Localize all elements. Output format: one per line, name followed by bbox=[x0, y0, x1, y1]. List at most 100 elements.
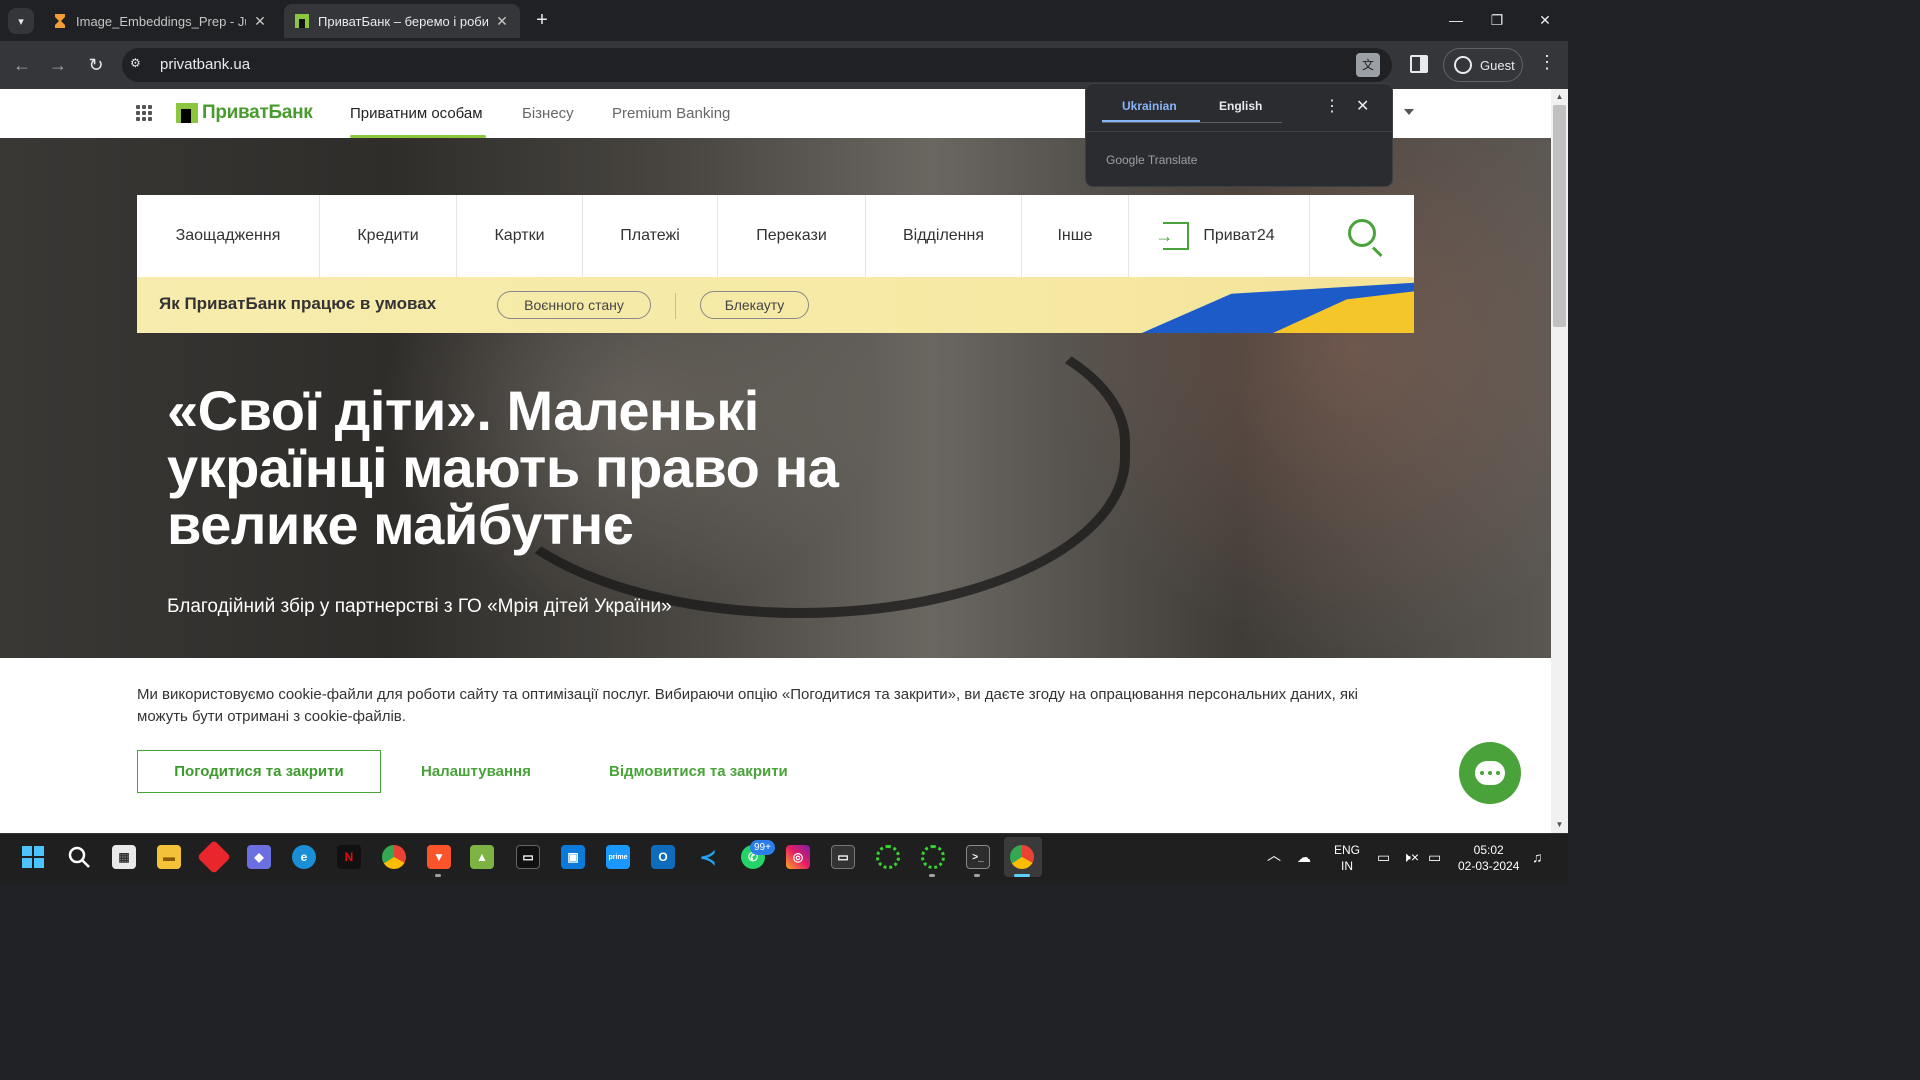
brave-icon[interactable]: ▼ bbox=[427, 845, 451, 869]
region-code: IN bbox=[1341, 859, 1353, 873]
new-tab-button[interactable]: + bbox=[530, 8, 554, 32]
chevron-down-icon[interactable] bbox=[1404, 109, 1414, 115]
network-icon[interactable]: ▭ bbox=[1377, 849, 1390, 865]
file-explorer-icon[interactable]: ▬ bbox=[157, 845, 181, 869]
chat-icon bbox=[1475, 761, 1505, 785]
terminal-icon[interactable]: ▭ bbox=[516, 845, 540, 869]
back-button[interactable]: ← bbox=[10, 53, 34, 77]
side-panel-icon[interactable] bbox=[1410, 55, 1428, 73]
divider bbox=[1086, 131, 1392, 132]
cookie-agree-button[interactable]: Погодитися та закрити bbox=[137, 750, 381, 793]
search-button[interactable] bbox=[1310, 195, 1414, 277]
cookie-decline-button[interactable]: Відмовитися та закрити bbox=[609, 763, 788, 780]
app-dark-window-icon[interactable]: ▭ bbox=[831, 845, 855, 869]
menu-savings[interactable]: Заощадження bbox=[137, 195, 320, 277]
close-window-button[interactable]: ✕ bbox=[1522, 0, 1568, 40]
tab-search-button[interactable]: ▾ bbox=[8, 8, 34, 34]
menu-transfers[interactable]: Перекази bbox=[718, 195, 866, 277]
browser-tab-jupyter[interactable]: Image_Embeddings_Prep - Jupy ✕ bbox=[42, 4, 278, 38]
translate-icon[interactable]: 文 bbox=[1356, 53, 1380, 77]
active-tab-underline bbox=[1102, 120, 1200, 122]
web-page: ПриватБанк Приватним особам Бізнесу Prem… bbox=[0, 89, 1551, 833]
notification-bell-icon[interactable]: ♫ bbox=[1532, 849, 1543, 865]
blackout-button[interactable]: Блекауту bbox=[700, 291, 809, 319]
menu-payments[interactable]: Платежі bbox=[583, 195, 718, 277]
translate-target-tab[interactable]: English bbox=[1219, 99, 1262, 113]
more-options-icon[interactable]: ⋮ bbox=[1324, 96, 1340, 116]
command-prompt-icon[interactable]: >_ bbox=[966, 845, 990, 869]
language-indicator[interactable]: ENG IN bbox=[1334, 842, 1360, 874]
translate-source-tab[interactable]: Ukrainian bbox=[1122, 99, 1177, 113]
prime-video-icon[interactable]: prime bbox=[606, 845, 630, 869]
copilot-icon[interactable]: ◆ bbox=[247, 845, 271, 869]
site-info-icon[interactable]: ⚙ bbox=[130, 56, 150, 74]
edge-icon[interactable]: e bbox=[292, 845, 316, 869]
menu-other[interactable]: Інше bbox=[1022, 195, 1129, 277]
reload-button[interactable]: ↻ bbox=[84, 53, 108, 77]
tab-title: ПриватБанк – беремо і робимо bbox=[318, 13, 488, 29]
banner-text: Як ПриватБанк працює в умовах bbox=[159, 294, 437, 313]
netflix-icon[interactable]: N bbox=[337, 845, 361, 869]
close-tab-icon[interactable]: ✕ bbox=[494, 13, 510, 30]
scroll-up-icon[interactable]: ▲ bbox=[1553, 92, 1566, 104]
apps-grid-icon[interactable] bbox=[136, 105, 152, 121]
menu-branches[interactable]: Відділення bbox=[866, 195, 1022, 277]
onedrive-icon[interactable]: ☁ bbox=[1297, 849, 1311, 865]
loading-app-icon[interactable] bbox=[876, 845, 900, 869]
cookie-text: Ми використовуємо cookie-файли для робот… bbox=[137, 686, 1358, 725]
chrome-icon[interactable] bbox=[1010, 845, 1034, 869]
minimize-button[interactable]: — bbox=[1433, 0, 1479, 40]
windows-start-icon[interactable] bbox=[21, 845, 45, 869]
avatar-icon bbox=[1454, 56, 1472, 74]
menu-cards[interactable]: Картки bbox=[457, 195, 583, 277]
scrollbar-thumb[interactable] bbox=[1553, 105, 1566, 327]
nav-private-clients[interactable]: Приватним особам bbox=[350, 105, 483, 122]
time-text: 05:02 bbox=[1473, 843, 1504, 857]
address-bar[interactable] bbox=[122, 48, 1392, 82]
hero-headline: «Свої діти». Маленькі українці мають пра… bbox=[167, 379, 839, 556]
cookie-banner: Ми використовуємо cookie-файли для робот… bbox=[0, 658, 1551, 833]
loading-app-icon[interactable] bbox=[921, 845, 945, 869]
hero-subline: Благодійний збір у партнерстві з ГО «Мрі… bbox=[167, 596, 672, 617]
outlook-icon[interactable]: O bbox=[651, 845, 675, 869]
browser-menu-icon[interactable]: ⋮ bbox=[1538, 52, 1556, 73]
nav-business[interactable]: Бізнесу bbox=[522, 105, 574, 122]
nav-premium-banking[interactable]: Premium Banking bbox=[612, 105, 730, 122]
chrome-icon[interactable] bbox=[382, 845, 406, 869]
restore-button[interactable]: ❐ bbox=[1474, 0, 1520, 40]
running-indicator bbox=[929, 874, 935, 877]
active-app-indicator bbox=[1014, 874, 1030, 877]
tab-title: Image_Embeddings_Prep - Jupy bbox=[76, 13, 246, 29]
clock[interactable]: 05:02 02-03-2024 bbox=[1458, 842, 1519, 874]
instagram-icon[interactable]: ◎ bbox=[786, 845, 810, 869]
menu-credits[interactable]: Кредити bbox=[320, 195, 457, 277]
search-icon[interactable] bbox=[67, 845, 91, 869]
privat24-login[interactable]: Приват24 bbox=[1129, 195, 1310, 277]
martial-law-button[interactable]: Воєнного стану bbox=[497, 291, 651, 319]
forward-button[interactable]: → bbox=[46, 53, 70, 77]
privatbank-favicon bbox=[295, 14, 309, 28]
microsoft-store-icon[interactable]: ▦ bbox=[112, 845, 136, 869]
divider bbox=[675, 293, 676, 319]
taskbar bbox=[0, 833, 1568, 882]
browser-tab-privatbank[interactable]: ПриватБанк – беремо і робимо ✕ bbox=[284, 4, 520, 38]
privatbank-logo[interactable]: ПриватБанк bbox=[176, 102, 313, 124]
image-editor-icon[interactable]: ▲ bbox=[470, 845, 494, 869]
scroll-down-icon[interactable]: ▼ bbox=[1553, 820, 1566, 832]
volume-muted-icon[interactable]: 🕨× bbox=[1402, 849, 1419, 865]
close-tab-icon[interactable]: ✕ bbox=[252, 13, 268, 30]
chevron-up-icon[interactable]: ︿ bbox=[1267, 847, 1281, 863]
chat-button[interactable] bbox=[1459, 742, 1521, 804]
ukraine-flag-image bbox=[1097, 277, 1414, 333]
battery-icon[interactable]: ▭ bbox=[1428, 849, 1441, 865]
app-window-icon[interactable]: ▣ bbox=[561, 845, 585, 869]
logo-mark bbox=[176, 103, 198, 123]
profile-label: Guest bbox=[1480, 57, 1515, 73]
cookie-settings-button[interactable]: Налаштування bbox=[421, 763, 531, 780]
vscode-icon[interactable]: ≺ bbox=[696, 845, 720, 869]
hourglass-icon bbox=[55, 14, 65, 28]
url-text[interactable]: privatbank.ua bbox=[160, 56, 250, 73]
close-icon[interactable]: ✕ bbox=[1356, 96, 1369, 116]
profile-button[interactable]: Guest bbox=[1443, 48, 1523, 82]
main-menu: Заощадження Кредити Картки Платежі Перек… bbox=[137, 195, 1414, 277]
